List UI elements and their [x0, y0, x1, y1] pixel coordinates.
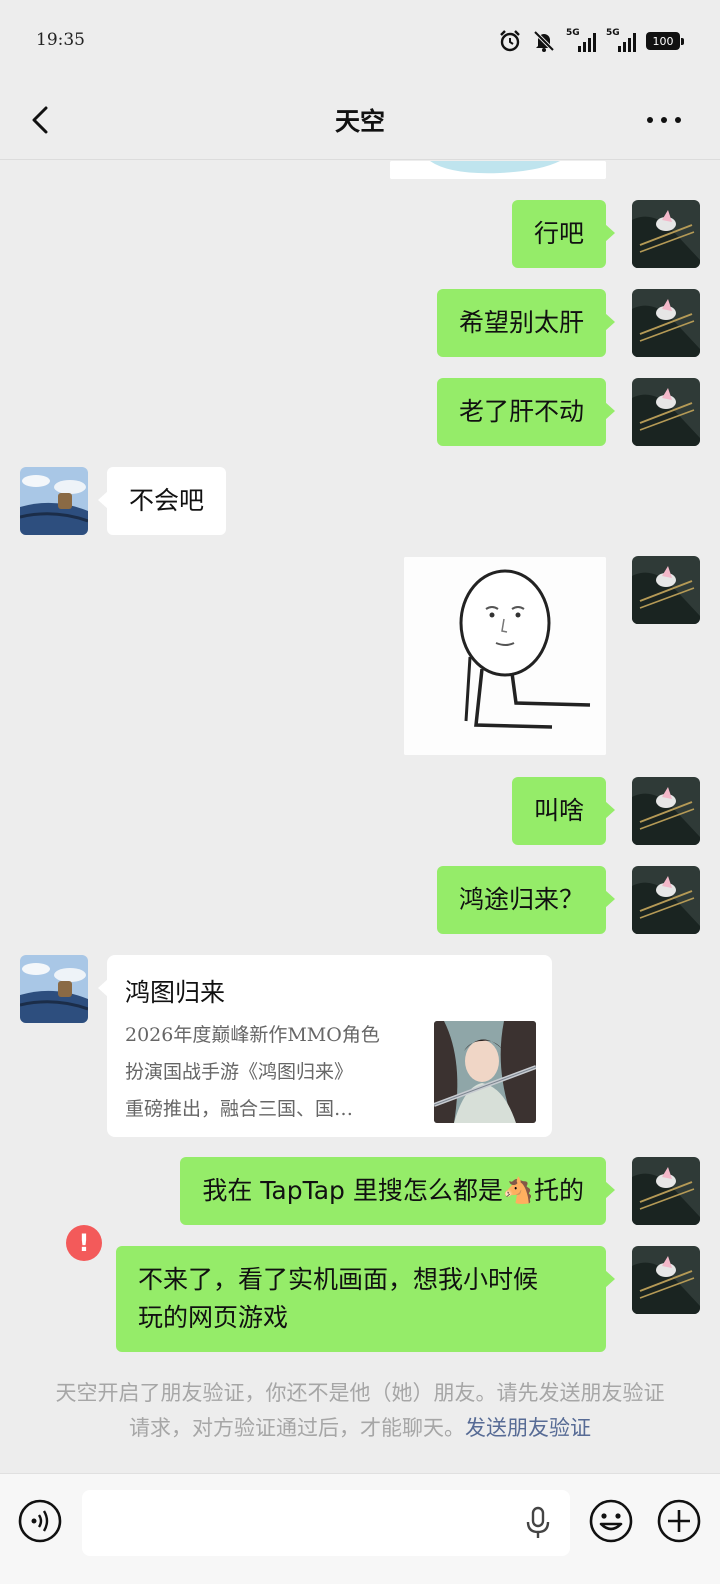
status-bar: 19:35 5G 5G 100: [0, 0, 720, 80]
chat-messages[interactable]: 行吧 希望别太肝 老了肝不动 不会吧 叫啥 鸿途归来？ 鸿图归来 2026年度巅…: [0, 161, 720, 1473]
message-bubble-sent[interactable]: 希望别太肝: [436, 289, 616, 357]
voice-icon[interactable]: [17, 1498, 63, 1544]
link-card-desc-line: 重磅推出，融合三国、国…: [125, 1098, 354, 1120]
send-failed-mark: !: [78, 1229, 90, 1257]
link-card-title: 鸿图归来: [125, 978, 226, 1007]
message-text-line: 玩的网页游戏: [138, 1303, 289, 1332]
sticker-message[interactable]: [404, 557, 606, 755]
signal-2-icon: 5G: [606, 28, 636, 52]
input-bar: [0, 1473, 720, 1584]
message-bubble-sent[interactable]: 叫啥: [511, 777, 616, 845]
my-avatar[interactable]: [632, 866, 700, 934]
message-bubble-sent[interactable]: 鸿途归来？: [436, 866, 616, 934]
my-avatar[interactable]: [632, 556, 700, 624]
link-card-thumbnail: [434, 1021, 536, 1123]
my-avatar[interactable]: [632, 378, 700, 446]
message-text: 鸿途归来？: [458, 885, 584, 914]
battery-icon: 100: [646, 32, 684, 50]
contact-avatar[interactable]: [20, 955, 88, 1023]
message-text: 希望别太肝: [458, 308, 584, 337]
my-avatar[interactable]: [632, 777, 700, 845]
message-bubble-sent-failed[interactable]: 不来了，看了实机画面，想我小时候 玩的网页游戏: [116, 1246, 615, 1352]
signal-1-icon: 5G: [566, 28, 596, 52]
message-text-line: 不来了，看了实机画面，想我小时候: [138, 1265, 539, 1294]
contact-avatar[interactable]: [20, 467, 88, 535]
link-card-description: 2026年度巅峰新作MMO角色 扮演国战手游《鸿图归来》 重磅推出，融合三国、国…: [125, 1017, 415, 1128]
message-bubble-received[interactable]: 不会吧: [97, 467, 227, 535]
microphone-icon[interactable]: [523, 1506, 553, 1540]
mute-icon: [533, 30, 555, 52]
emoji-icon[interactable]: [588, 1498, 634, 1544]
message-text: 行吧: [533, 219, 584, 248]
send-failed-icon[interactable]: !: [66, 1225, 102, 1261]
alarm-icon: [500, 30, 520, 52]
more-icon[interactable]: [644, 102, 684, 138]
message-text: 我在 TapTap 里搜怎么都是🐴托的: [202, 1176, 584, 1205]
link-card-desc-line: 扮演国战手游《鸿图归来》: [125, 1061, 354, 1083]
message-bubble-sent[interactable]: 老了肝不动: [436, 378, 616, 446]
message-text: 叫啥: [533, 796, 584, 825]
my-avatar[interactable]: [632, 1157, 700, 1225]
plus-icon[interactable]: [656, 1498, 702, 1544]
system-notice: 天空开启了朋友验证，你还不是他（她）朋友。请先发送朋友验证请求，对方验证通过后，…: [54, 1376, 666, 1446]
message-text: 不会吧: [129, 486, 205, 515]
chat-title: 天空: [334, 107, 385, 136]
my-avatar[interactable]: [632, 289, 700, 357]
send-friend-request-link[interactable]: 发送朋友验证: [465, 1416, 591, 1440]
link-card-message[interactable]: 鸿图归来 2026年度巅峰新作MMO角色 扮演国战手游《鸿图归来》 重磅推出，融…: [98, 955, 552, 1137]
message-bubble-sent[interactable]: 行吧: [511, 200, 616, 268]
battery-level: 100: [646, 32, 680, 50]
message-bubble-sent[interactable]: 我在 TapTap 里搜怎么都是🐴托的: [180, 1157, 615, 1225]
message-input[interactable]: [82, 1490, 570, 1556]
status-icons: 5G 5G 100: [498, 28, 684, 54]
chat-header: 天空: [0, 80, 720, 160]
my-avatar[interactable]: [632, 200, 700, 268]
my-avatar[interactable]: [632, 1246, 700, 1314]
message-text: 老了肝不动: [458, 397, 584, 426]
link-card-desc-line: 2026年度巅峰新作MMO角色: [125, 1024, 380, 1046]
previous-image-message[interactable]: [390, 161, 606, 179]
status-time: 19:35: [36, 30, 85, 50]
